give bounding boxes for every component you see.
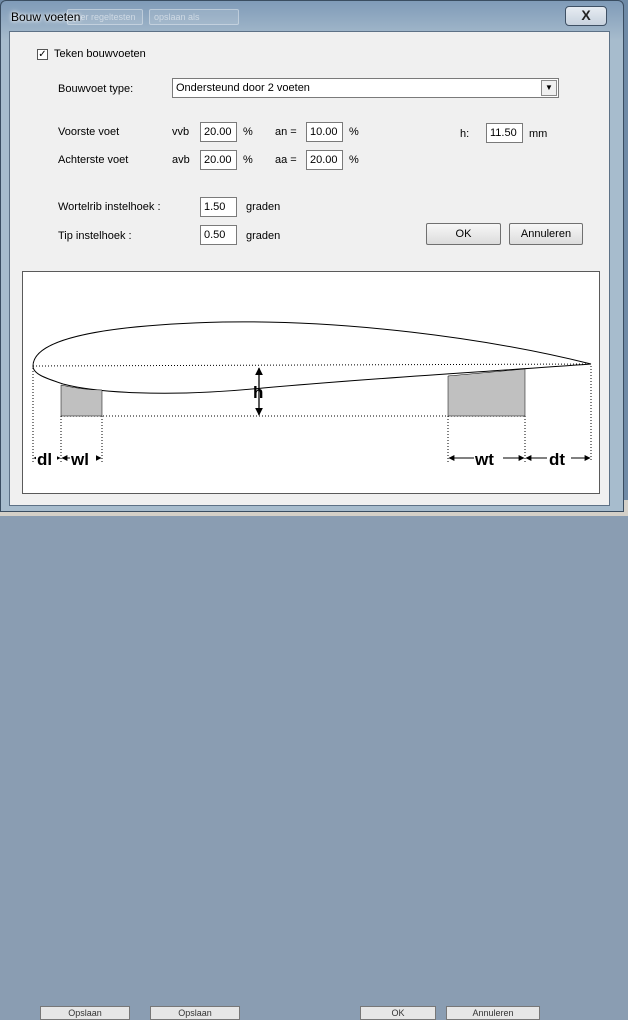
- background-button: Annuleren: [446, 1006, 540, 1020]
- wortelrib-instelhoek-unit: graden: [246, 201, 281, 213]
- h-unit: mm: [529, 128, 548, 140]
- avb-label: avb: [172, 154, 190, 166]
- checkmark-icon: ✓: [38, 49, 47, 60]
- annuleren-button[interactable]: Annuleren: [509, 223, 583, 245]
- avb-input[interactable]: 20.00: [200, 150, 237, 170]
- an-unit: %: [349, 126, 359, 138]
- avb-unit: %: [243, 154, 253, 166]
- voorste-voet-label: Voorste voet: [58, 126, 120, 138]
- bouwvoet-diagram: h dl wl wt dt: [22, 271, 600, 494]
- vvb-unit: %: [243, 126, 253, 138]
- teken-bouwvoeten-checkbox[interactable]: ✓: [37, 49, 48, 60]
- aa-input[interactable]: 20.00: [306, 150, 343, 170]
- dl-dimension-label: dl: [37, 450, 52, 469]
- background-ghost-field: opslaan als: [149, 9, 239, 25]
- ok-button[interactable]: OK: [426, 223, 501, 245]
- window-title: Bouw voeten: [11, 10, 81, 24]
- front-foot-shape: [60, 384, 103, 417]
- tip-instelhoek-input[interactable]: 0.50: [200, 225, 237, 245]
- aa-label: aa =: [275, 154, 297, 166]
- achterste-voet-label: Achterste voet: [58, 154, 129, 166]
- wt-dimension-label: wt: [474, 450, 494, 469]
- background-button: OK: [360, 1006, 436, 1020]
- rear-foot-shape: [447, 368, 526, 417]
- bouwvoet-type-label: Bouwvoet type:: [58, 83, 134, 95]
- close-icon: X: [581, 7, 591, 23]
- h-label: h:: [460, 128, 470, 140]
- wortelrib-instelhoek-input[interactable]: 1.50: [200, 197, 237, 217]
- teken-bouwvoeten-label: Teken bouwvoeten: [54, 48, 146, 60]
- background-button: Opslaan: [40, 1006, 130, 1020]
- vvb-label: vvb: [172, 126, 190, 138]
- h-dimension-label: h: [253, 383, 263, 402]
- tip-instelhoek-unit: graden: [246, 230, 281, 242]
- an-input[interactable]: 10.00: [306, 122, 343, 142]
- title-bar[interactable]: ijker regeltesten opslaan als Bouw voete…: [1, 1, 623, 31]
- wortelrib-instelhoek-label: Wortelrib instelhoek :: [58, 201, 161, 213]
- tip-instelhoek-label: Tip instelhoek :: [58, 230, 132, 242]
- dialog-content: ✓ Teken bouwvoeten Bouwvoet type: Onders…: [9, 31, 610, 506]
- chevron-down-icon[interactable]: ▼: [541, 80, 557, 96]
- bouw-voeten-dialog: ijker regeltesten opslaan als Bouw voete…: [0, 0, 624, 512]
- background-button: Opslaan: [150, 1006, 240, 1020]
- wl-dimension-label: wl: [70, 450, 89, 469]
- bouwvoet-type-select[interactable]: Ondersteund door 2 voeten ▼: [172, 78, 559, 98]
- dt-dimension-label: dt: [549, 450, 565, 469]
- aa-unit: %: [349, 154, 359, 166]
- vvb-input[interactable]: 20.00: [200, 122, 237, 142]
- h-input[interactable]: 11.50: [486, 123, 523, 143]
- an-label: an =: [275, 126, 297, 138]
- close-button[interactable]: X: [565, 6, 607, 26]
- bouwvoet-type-value: Ondersteund door 2 voeten: [176, 82, 310, 94]
- airfoil-diagram-svg: h dl wl wt dt: [32, 321, 592, 469]
